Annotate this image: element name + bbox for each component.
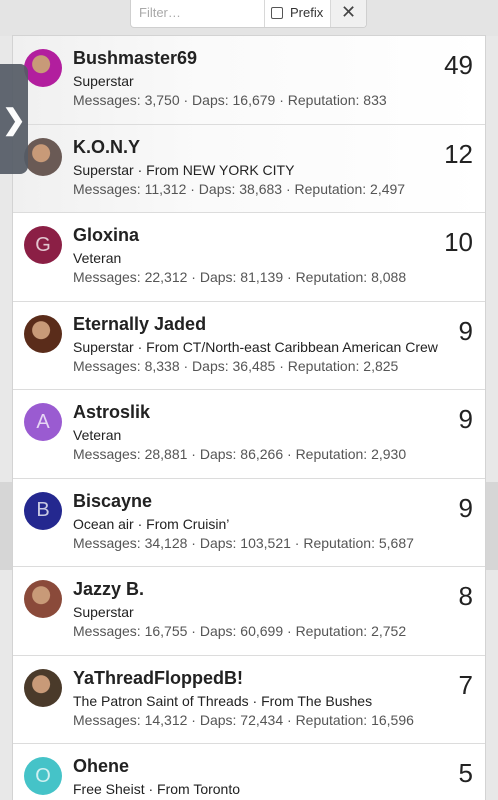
- member-title: Superstar · From CT/North-east Caribbean…: [73, 338, 438, 355]
- list-item[interactable]: YaThreadFloppedB! The Patron Saint of Th…: [13, 656, 485, 744]
- prefix-label: Prefix: [290, 5, 324, 20]
- list-item[interactable]: B Biscayne Ocean air · From Cruisin’ Mes…: [13, 479, 485, 567]
- member-title: Superstar: [73, 604, 134, 620]
- member-name[interactable]: Gloxina: [73, 225, 139, 246]
- member-count: 8: [458, 581, 473, 611]
- member-count: 7: [458, 669, 473, 700]
- member-stats: Messages: 8,338 · Daps: 36,485 · Reputat…: [73, 357, 399, 374]
- member-title: The Patron Saint of Threads · From The B…: [73, 692, 373, 709]
- avatar[interactable]: [24, 580, 62, 618]
- list-item[interactable]: Eternally Jaded Superstar · From CT/Nort…: [13, 302, 485, 390]
- member-name[interactable]: Astroslik: [73, 402, 150, 423]
- member-list: Bushmaster69 Superstar Messages: 3,750 ·…: [12, 35, 486, 800]
- prefix-checkbox[interactable]: [271, 6, 283, 19]
- member-name[interactable]: Ohene: [73, 756, 129, 777]
- member-name[interactable]: K.O.N.Y: [73, 137, 140, 158]
- member-stats: Messages: 34,128 · Daps: 103,521 · Reput…: [73, 534, 414, 551]
- member-title: Superstar · From NEW YORK CITY: [73, 161, 295, 178]
- member-count: 12: [444, 138, 473, 169]
- avatar[interactable]: [24, 314, 62, 353]
- chevron-right-icon: ❯: [2, 103, 26, 135]
- side-panel-toggle[interactable]: ❯: [0, 64, 28, 174]
- member-stats: Messages: 16,755 · Daps: 60,699 · Reputa…: [73, 623, 407, 639]
- avatar[interactable]: [24, 668, 62, 707]
- avatar[interactable]: A: [24, 403, 62, 441]
- filter-bar: Prefix ✕: [0, 0, 498, 36]
- filter-box: Prefix ✕: [130, 0, 367, 28]
- prefix-toggle[interactable]: Prefix: [265, 0, 331, 27]
- list-item[interactable]: Jazzy B. Superstar Messages: 16,755 · Da…: [13, 567, 485, 656]
- member-count: 9: [458, 404, 473, 434]
- member-title: Veteran: [73, 427, 122, 443]
- member-stats: Messages: 14,312 · Daps: 72,434 · Reputa…: [73, 711, 414, 728]
- member-count: 9: [458, 315, 473, 346]
- member-name[interactable]: Bushmaster69: [73, 48, 197, 69]
- member-name[interactable]: Jazzy B.: [73, 579, 144, 600]
- list-item[interactable]: K.O.N.Y Superstar · From NEW YORK CITY M…: [13, 124, 485, 213]
- list-item[interactable]: Bushmaster69 Superstar Messages: 3,750 ·…: [13, 36, 485, 125]
- avatar[interactable]: [24, 137, 62, 176]
- close-filter-button[interactable]: ✕: [331, 0, 366, 27]
- member-title: Free Sheist · From Toronto: [73, 781, 241, 797]
- avatar[interactable]: [24, 49, 62, 87]
- member-stats: Messages: 11,312 · Daps: 38,683 · Reputa…: [73, 180, 406, 197]
- list-item[interactable]: G Gloxina Veteran Messages: 22,312 · Dap…: [13, 213, 485, 302]
- member-count: 9: [458, 492, 473, 523]
- member-name[interactable]: Eternally Jaded: [73, 314, 206, 335]
- member-stats: Messages: 22,312 · Daps: 81,139 · Reputa…: [73, 269, 407, 285]
- list-item[interactable]: O Ohene Free Sheist · From Toronto 5: [13, 744, 485, 800]
- member-count: 49: [444, 50, 473, 80]
- close-icon: ✕: [340, 2, 357, 22]
- avatar[interactable]: G: [24, 226, 62, 264]
- member-count: 10: [444, 227, 473, 257]
- member-title: Superstar: [73, 73, 134, 89]
- member-title: Ocean air · From Cruisin’: [73, 515, 230, 532]
- avatar[interactable]: O: [24, 757, 62, 795]
- member-name[interactable]: YaThreadFloppedB!: [73, 668, 243, 689]
- avatar[interactable]: B: [24, 491, 62, 530]
- member-title: Veteran: [73, 250, 122, 266]
- list-item[interactable]: A Astroslik Veteran Messages: 28,881 · D…: [13, 390, 485, 479]
- member-count: 5: [458, 758, 473, 788]
- member-stats: Messages: 28,881 · Daps: 86,266 · Reputa…: [73, 446, 407, 462]
- member-name[interactable]: Biscayne: [73, 491, 152, 512]
- filter-input[interactable]: [131, 0, 265, 27]
- member-stats: Messages: 3,750 · Daps: 16,679 · Reputat…: [73, 92, 387, 108]
